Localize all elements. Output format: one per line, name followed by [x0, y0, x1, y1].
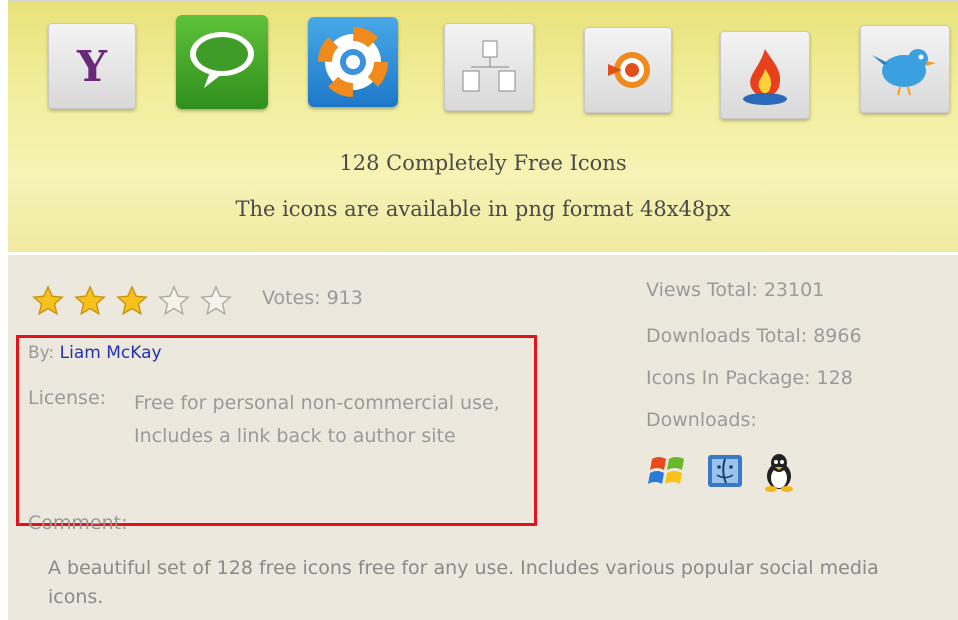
author-line: By: Liam McKay [28, 343, 162, 363]
svg-text:Y: Y [76, 42, 108, 91]
banner-title: 128 Completely Free Icons [339, 151, 627, 175]
feedburner-flame-icon[interactable] [720, 31, 810, 119]
windows-icon[interactable] [648, 453, 688, 491]
banner: Y 128 Completely Free Icons The icons ar… [8, 0, 958, 253]
feed-target-icon[interactable] [584, 27, 672, 113]
download-platforms [648, 452, 796, 492]
votes-count: Votes: 913 [262, 287, 363, 309]
author-link[interactable]: Liam McKay [60, 343, 162, 363]
comment-text: A beautiful set of 128 free icons free f… [48, 557, 879, 608]
license-label: License: [28, 387, 107, 409]
star-filled-icon[interactable] [112, 284, 152, 318]
star-rating[interactable] [28, 284, 236, 318]
speech-bubble-icon[interactable] [176, 15, 268, 109]
lifebuoy-icon[interactable] [308, 17, 398, 107]
downloads-total: Downloads Total: 8966 [646, 325, 862, 347]
star-empty-icon[interactable] [154, 284, 194, 318]
star-empty-icon[interactable] [196, 284, 236, 318]
twitter-bird-icon[interactable] [860, 25, 950, 113]
linux-tux-icon[interactable] [762, 452, 796, 492]
star-filled-icon[interactable] [28, 284, 68, 318]
org-chart-icon[interactable] [444, 23, 534, 111]
license-text: Free for personal non-commercial use, In… [134, 392, 500, 447]
icons-in-package: Icons In Package: 128 [646, 367, 853, 389]
views-total: Views Total: 23101 [646, 279, 825, 301]
by-label: By: [28, 343, 55, 363]
comment-label: Comment: [28, 512, 128, 534]
yahoo-icon[interactable]: Y [48, 23, 136, 109]
downloads-label: Downloads: [646, 409, 757, 431]
star-filled-icon[interactable] [70, 284, 110, 318]
mac-finder-icon[interactable] [706, 453, 744, 491]
banner-subtitle: The icons are available in png format 48… [235, 197, 731, 221]
